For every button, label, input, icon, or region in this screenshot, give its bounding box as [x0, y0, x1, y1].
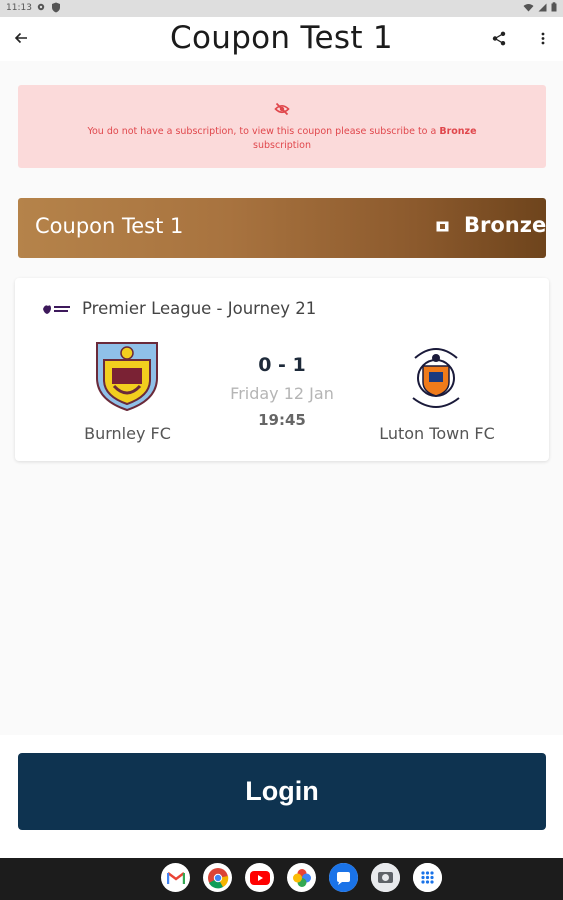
app-bar: Coupon Test 1	[0, 17, 563, 61]
burnley-crest-icon	[96, 342, 158, 412]
coupon-name: Coupon Test 1	[35, 214, 184, 238]
tier-label: Bronze	[464, 213, 547, 237]
system-dock	[0, 858, 563, 900]
premier-league-logo	[43, 305, 70, 314]
subscription-alert: You do not have a subscription, to view …	[18, 85, 546, 168]
page-title: Coupon Test 1	[170, 20, 393, 56]
luton-town-crest-icon	[412, 348, 460, 408]
alert-tier: Bronze	[439, 126, 477, 137]
status-bar: 11:13	[0, 0, 563, 17]
signal-icon	[538, 3, 547, 11]
alert-message: You do not have a subscription, to view …	[87, 126, 477, 151]
match-time: 19:45	[258, 411, 306, 429]
messages-icon[interactable]	[329, 863, 358, 892]
status-time: 11:13	[6, 3, 32, 13]
more-options-button[interactable]	[530, 25, 556, 51]
battery-icon	[551, 2, 557, 12]
youtube-icon[interactable]	[245, 863, 274, 892]
settings-icon	[37, 3, 45, 11]
wifi-icon	[523, 3, 534, 11]
shield-icon	[52, 2, 60, 13]
league-name: Premier League - Journey 21	[82, 299, 317, 318]
gmail-icon[interactable]	[161, 863, 190, 892]
app-drawer-icon[interactable]	[413, 863, 442, 892]
share-button[interactable]	[486, 25, 512, 51]
chrome-icon[interactable]	[203, 863, 232, 892]
home-team-name: Burnley FC	[84, 424, 171, 443]
login-button[interactable]: Login	[18, 753, 546, 830]
away-team-name: Luton Town FC	[379, 424, 495, 443]
eye-off-icon	[274, 102, 290, 116]
match-card[interactable]: Premier League - Journey 21 Burnley FC 0…	[15, 278, 549, 461]
camera-icon[interactable]	[371, 863, 400, 892]
match-score: 0 - 1	[258, 354, 306, 376]
photos-icon[interactable]	[287, 863, 316, 892]
coupon-banner: Coupon Test 1 Bronze	[18, 198, 546, 258]
ticket-icon	[436, 221, 449, 232]
match-date: Friday 12 Jan	[230, 384, 334, 403]
share-icon	[492, 31, 506, 45]
more-vert-icon	[541, 32, 545, 44]
